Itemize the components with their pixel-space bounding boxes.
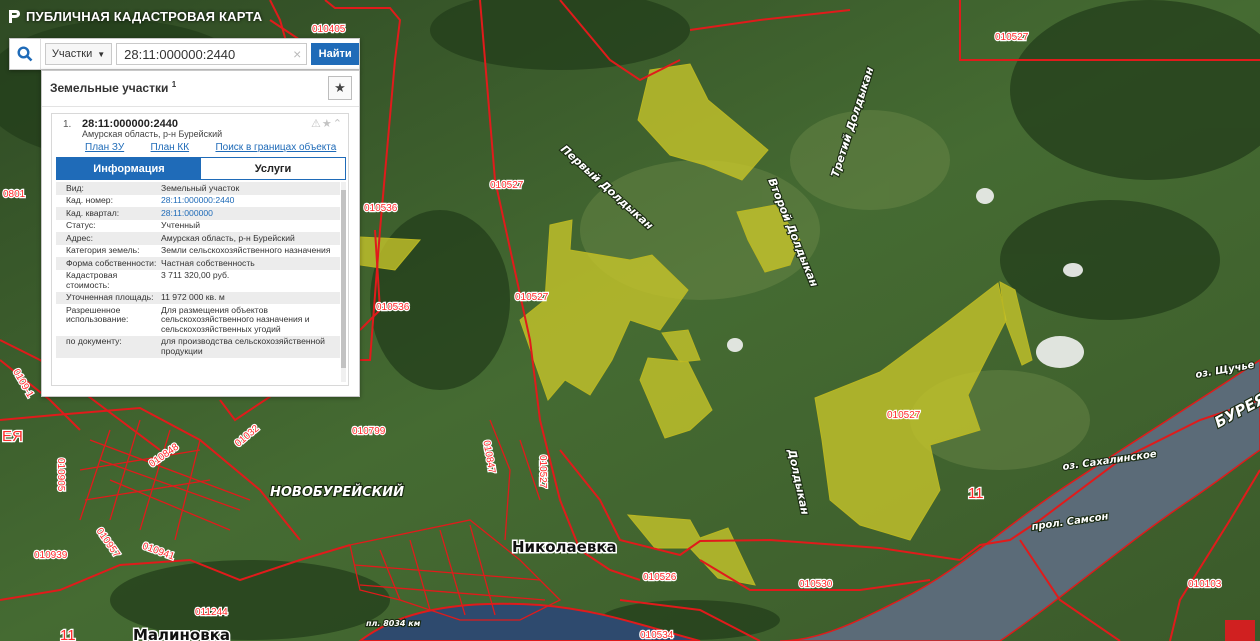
info-row: Адрес: Амурская область, р-н Бурейский [56,232,340,245]
town-label-novobureysky: НОВОБУРЕЙСКИЙ [270,484,404,500]
cad-label: ЕЯ [2,428,23,445]
info-row: Кадастровая стоимость: 3 711 320,00 руб. [56,269,340,292]
panel-header: Земельные участки 1 ★ [42,71,359,107]
info-row: Разрешенное использование: Для размещения… [56,304,340,336]
info-key: Вид: [66,182,84,193]
info-scrollbar[interactable] [341,182,346,382]
star-icon: ★ [334,80,346,95]
info-value: Учтенный [161,220,201,230]
record-index: 1. [63,119,72,130]
info-value: 3 711 320,00 руб. [161,270,230,280]
town-label-nikolaevka: Николаевка [512,538,617,556]
cad-label: 010905 [55,458,66,492]
cad-label: 010527 [515,292,549,303]
cad-label: 11 [60,627,76,641]
record-address: Амурская область, р-н Бурейский [82,129,223,139]
info-row: Статус: Учтенный [56,219,340,232]
chevron-down-icon: ▼ [97,49,106,59]
tab-information[interactable]: Информация [57,158,201,179]
info-key: Статус: [66,220,96,230]
search-icon[interactable] [10,39,41,69]
info-row: Вид: Земельный участок [56,182,340,195]
map-markers [1225,620,1255,641]
cad-label: 010527 [490,180,524,191]
info-row: Форма собственности: Частная собственност… [56,257,340,270]
app-title-text: ПУБЛИЧНАЯ КАДАСТРОВАЯ КАРТА [26,9,263,24]
clear-icon[interactable]: × [293,46,301,62]
info-key: по документу: [66,336,122,346]
info-key: Адрес: [66,232,93,243]
rosreestr-logo-icon [8,9,20,24]
cad-label: 010526 [643,572,677,583]
record-action-icons[interactable]: ⚠★⌃ [311,117,343,130]
category-select[interactable]: Участки ▼ [44,43,113,65]
find-button[interactable]: Найти [311,43,359,65]
info-value: Частная собственность [161,257,255,268]
info-value: Земли сельскохозяйственного назначения [161,245,331,255]
app-title: ПУБЛИЧНАЯ КАДАСТРОВАЯ КАРТА [8,9,262,24]
panel-title: Земельные участки 1 [50,80,176,95]
cad-label: 010530 [799,579,833,590]
search-input-wrapper: × [116,43,308,65]
record-card[interactable]: 1. 28:11:000000:2440 Амурская область, р… [51,113,349,386]
search-input[interactable] [117,44,307,64]
cad-label: 010799 [352,426,386,437]
search-bar: Участки ▼ × Найти [9,38,360,70]
station-label: пл. 8034 км [366,619,421,628]
panel-title-text: Земельные участки [50,81,169,95]
favorite-star-button[interactable]: ★ [328,76,352,100]
info-value: Амурская область, р-н Бурейский [161,232,295,243]
scrollbar-thumb[interactable] [341,190,346,368]
cad-label: 11 [968,485,984,502]
cad-label: 010527 [887,410,921,421]
cad-label: 0801 [3,189,26,200]
cad-label: 010527 [995,32,1029,43]
info-value: Для размещения объектов сельскохозяйстве… [161,304,310,334]
info-key: Кад. номер: [66,195,113,205]
info-row: Кад. квартал: 28:11:000000 [56,207,340,220]
category-value: Участки [51,48,93,60]
cad-label: 010534 [640,630,674,641]
info-row: Кад. номер: 28:11:000000:2440 [56,194,340,207]
info-table: Вид: Земельный участок Кад. номер: 28:11:0… [56,182,340,358]
cad-label: 010536 [376,302,410,313]
tab-services[interactable]: Услуги [201,158,345,179]
cad-label: 010527 [537,455,548,489]
result-panel: Земельные участки 1 ★ 1. 28:11:000000:24… [41,70,360,397]
cad-label: 010103 [1188,579,1222,590]
info-key: Кадастровая стоимость: [66,270,118,290]
info-value: для производства сельскохозяйственной пр… [161,336,325,356]
info-value-link[interactable]: 28:11:000000 [161,208,340,219]
result-count: 1 [171,80,177,89]
info-value: Земельный участок [161,182,240,193]
record-tabs: Информация Услуги [56,157,346,180]
info-key: Кад. квартал: [66,207,120,218]
info-row: Уточненная площадь: 11 972 000 кв. м [56,291,340,304]
info-key: Форма собственности: [66,257,157,268]
cad-label: 010939 [34,550,68,561]
info-row: по документу: для производства сельскохоз… [56,335,340,358]
info-value: 11 972 000 кв. м [161,292,225,302]
cad-label: 010536 [364,203,398,214]
info-value-link[interactable]: 28:11:000000:2440 [161,195,340,206]
cad-label: 011244 [195,607,228,618]
info-row: Категория земель: Земли сельскохозяйствен… [56,244,340,257]
town-label-malinovka: Малиновка [133,626,230,641]
info-key: Разрешенное использование: [66,304,129,324]
info-key: Категория земель: [66,245,140,255]
info-key: Уточненная площадь: [66,292,154,302]
cad-label: 010405 [312,24,346,35]
